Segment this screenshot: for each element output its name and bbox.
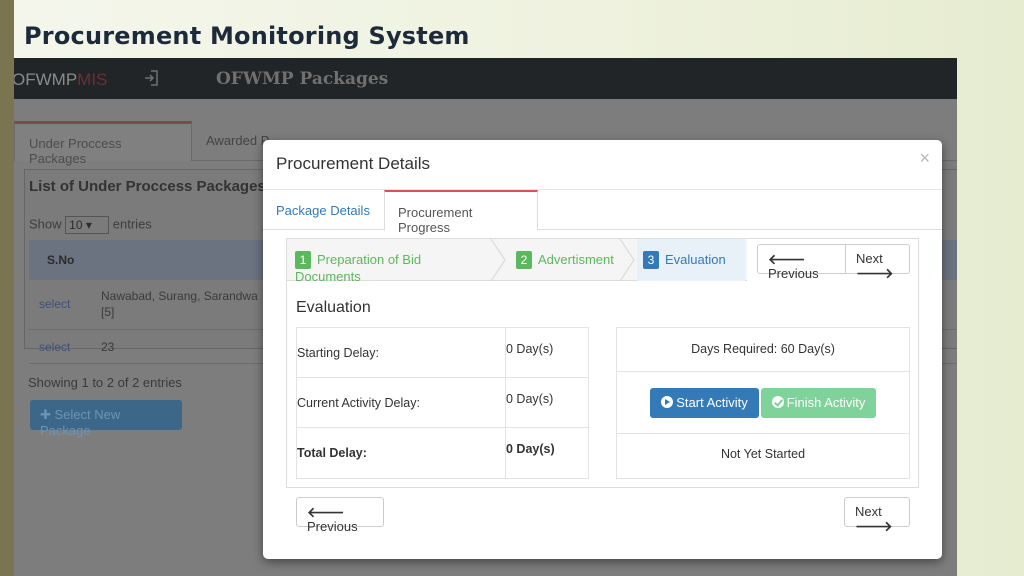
tab-procurement-progress[interactable]: Procurement Progress: [384, 190, 538, 235]
arrow-left-icon: 🡐: [307, 504, 345, 520]
next-label: Next: [855, 504, 882, 519]
arrow-right-icon: 🡒: [856, 265, 894, 281]
step-label: Advertisment: [538, 252, 614, 267]
step-bid-documents[interactable]: 1 Preparation of Bid Documents: [295, 239, 490, 284]
arrow-right-icon: 🡒: [855, 518, 893, 534]
row-number: 1: [956, 297, 957, 311]
show-label: Show: [29, 216, 62, 232]
step-chevron-icon: [490, 239, 506, 281]
section-title: Evaluation: [296, 299, 371, 316]
delay-label: Total Delay:: [297, 428, 506, 478]
previous-button-bottom[interactable]: 🡐 Previous: [296, 497, 384, 534]
step-number: 3: [643, 251, 659, 269]
start-activity-button[interactable]: Start Activity: [650, 388, 759, 418]
close-icon[interactable]: ×: [919, 148, 930, 169]
step-chevron-icon: [619, 239, 635, 281]
show-entries: Show 10 ▾ entries: [29, 216, 152, 234]
delay-value: 0 Day(s): [506, 442, 555, 456]
slide-title: Procurement Monitoring System: [24, 22, 470, 50]
days-required: Days Required: 60 Day(s): [617, 328, 909, 372]
plus-icon: ✚: [40, 407, 55, 422]
brand-logo[interactable]: OFWMPMIS: [14, 70, 107, 90]
select-link[interactable]: select: [39, 340, 70, 354]
wizard-box: 1 Preparation of Bid Documents 2 Advertism…: [286, 238, 919, 488]
next-label: Next: [856, 251, 883, 266]
brand-suffix: MIS: [77, 70, 108, 89]
select-new-package-button[interactable]: ✚ Select New Package: [30, 400, 182, 438]
slide-left-strip: [0, 0, 14, 576]
delay-table: Starting Delay: 0 Day(s) Current Activit…: [296, 327, 589, 479]
delay-value: 0 Day(s): [506, 392, 554, 406]
previous-label: Previous: [768, 266, 819, 281]
row-number: 1: [956, 340, 957, 354]
step-label: Preparation of Bid Documents: [295, 252, 422, 284]
step-evaluation[interactable]: 3 Evaluation: [637, 239, 745, 281]
previous-label: Previous: [307, 519, 358, 534]
delay-row-starting: Starting Delay: 0 Day(s): [297, 328, 588, 378]
next-button-bottom[interactable]: Next 🡒: [844, 497, 910, 533]
next-button-top[interactable]: Next 🡒: [845, 244, 910, 280]
showing-info: Showing 1 to 2 of 2 entries: [28, 375, 182, 390]
check-circle-icon: [771, 396, 784, 408]
panel-title: List of Under Proccess Packages: [29, 178, 266, 195]
finish-activity-button[interactable]: Finish Activity: [761, 388, 876, 418]
package-name-line2: [5]: [101, 305, 115, 319]
nav-title[interactable]: OFWMP Packages: [216, 69, 388, 89]
package-name: Nawabad, Surang, Sarandwa [5]: [101, 288, 258, 320]
step-number: 2: [516, 251, 532, 269]
entries-label: entries: [112, 216, 152, 232]
step-advertisment[interactable]: 2 Advertisment: [516, 239, 621, 281]
delay-row-current: Current Activity Delay: 0 Day(s): [297, 378, 588, 428]
procurement-details-modal: Procurement Details × Package Details Pr…: [263, 140, 942, 559]
start-activity-label: Start Activity: [676, 395, 748, 410]
step-number: 1: [295, 251, 311, 269]
package-name: 23: [101, 340, 115, 354]
previous-button-top[interactable]: 🡐 Previous: [757, 244, 846, 281]
sign-in-icon[interactable]: [142, 68, 162, 88]
status-table: Days Required: 60 Day(s) Start Activity F…: [616, 327, 910, 479]
sno-header[interactable]: S.No: [47, 253, 74, 267]
modal-header: Procurement Details ×: [263, 140, 942, 190]
arrow-left-icon: 🡐: [768, 251, 806, 267]
step-label: Evaluation: [665, 252, 726, 267]
top-navbar: OFWMPMIS OFWMP Packages: [14, 58, 957, 99]
modal-title: Procurement Details: [276, 154, 431, 173]
delay-row-total: Total Delay: 0 Day(s): [297, 428, 588, 478]
entries-select[interactable]: 10 ▾: [65, 216, 110, 234]
select-link[interactable]: select: [39, 297, 70, 311]
activity-buttons: Start Activity Finish Activity: [617, 372, 909, 434]
package-name-line1: Nawabad, Surang, Sarandwa: [101, 289, 258, 303]
status-text: Not Yet Started: [720, 447, 806, 461]
delay-value: 0 Day(s): [506, 342, 554, 356]
tab-under-process[interactable]: Under Proccess Packages: [14, 121, 192, 166]
tab-package-details[interactable]: Package Details: [263, 190, 383, 230]
entries-value: 10: [69, 218, 83, 232]
delay-label: Starting Delay:: [297, 328, 506, 378]
delay-label: Current Activity Delay:: [297, 378, 506, 428]
brand-text: OFWMP: [14, 70, 78, 89]
wizard-steps: 1 Preparation of Bid Documents 2 Advertism…: [287, 239, 747, 284]
finish-activity-label: Finish Activity: [786, 395, 866, 410]
play-circle-icon: [661, 396, 674, 408]
modal-tabs: Package Details Procurement Progress: [263, 190, 942, 235]
